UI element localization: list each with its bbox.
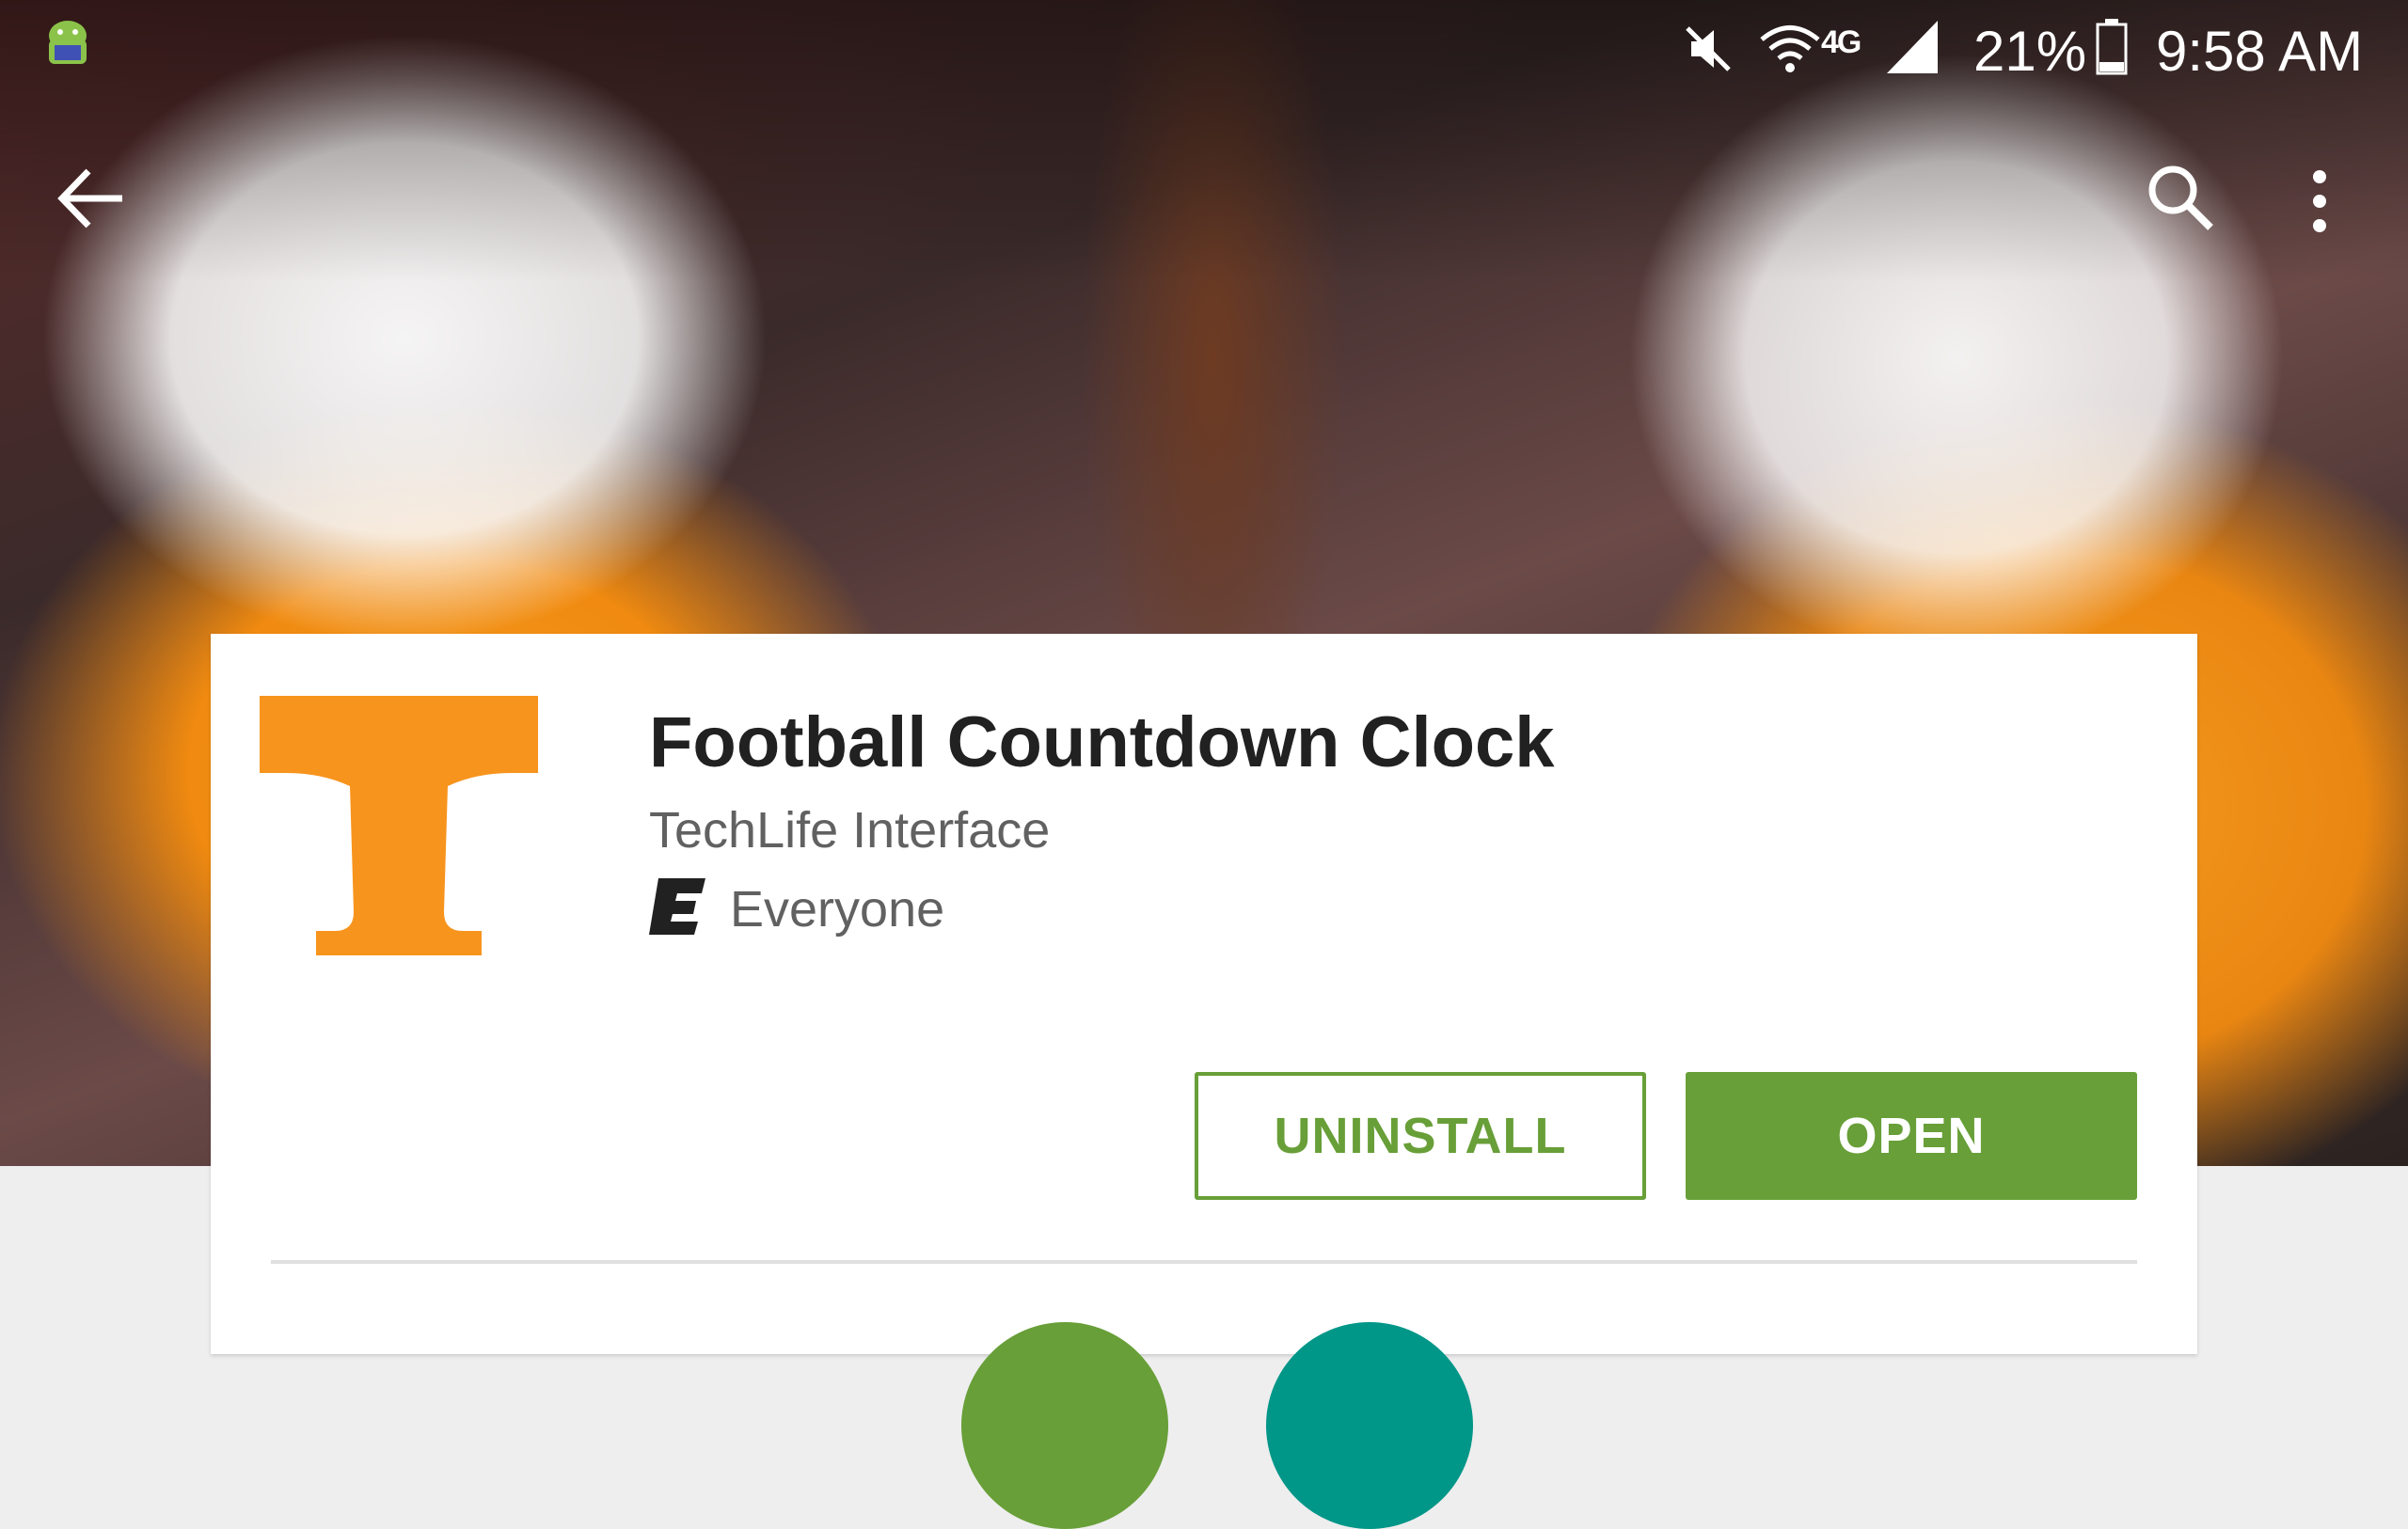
back-arrow-icon[interactable] [55,166,130,231]
content-rating: Everyone [730,881,945,938]
stat-badge-green [961,1322,1168,1529]
mute-icon [1686,26,1731,71]
app-logo-icon [260,696,538,955]
app-details-card: Football Countdown Clock TechLife Interf… [211,634,2197,1529]
more-vert-icon[interactable] [2301,164,2338,239]
network-type-label: 4G [1821,24,1861,60]
developer-link[interactable]: TechLife Interface [649,801,1050,859]
status-bar: 4G 21% 9:58 AM [0,0,2408,99]
esrb-everyone-icon [649,878,705,935]
open-button[interactable]: OPEN [1686,1072,2137,1200]
app-title: Football Countdown Clock [649,702,1555,782]
search-icon[interactable] [2143,160,2218,235]
wifi-icon [1760,25,1820,72]
battery-percent: 21% [1973,20,2087,83]
uninstall-button[interactable]: UNINSTALL [1195,1072,1646,1200]
android-notification-icon [49,21,87,64]
stat-badge-teal [1266,1322,1473,1529]
status-clock: 9:58 AM [2156,20,2364,83]
divider [271,1260,2137,1264]
cell-signal-icon [1887,21,1938,73]
battery-icon [2096,19,2128,75]
